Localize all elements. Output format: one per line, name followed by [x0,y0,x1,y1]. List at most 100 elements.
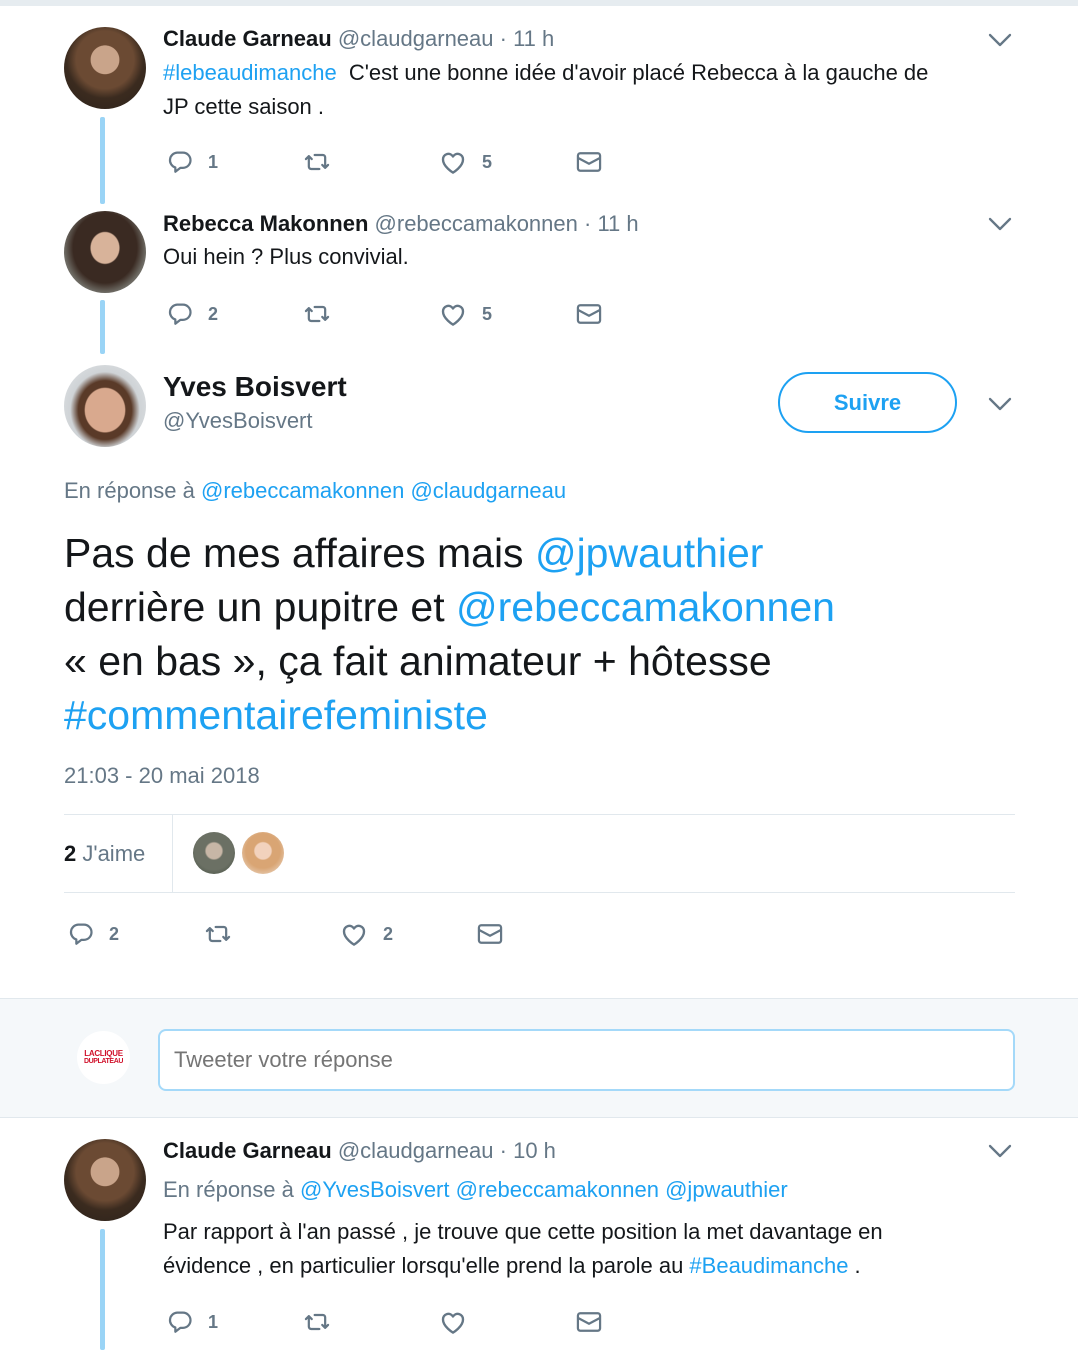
author-name[interactable]: Claude Garneau [163,1138,332,1163]
tweet-timestamp[interactable]: 21:03 - 20 mai 2018 [64,761,260,791]
reply-context: En réponse à @rebeccamakonnen @claudgarn… [64,476,566,506]
reply-button[interactable]: 2 [67,918,119,950]
mention-link[interactable]: @jpwauthier [665,1177,788,1202]
text-segment: « en bas », ça fait animateur + hôtesse [64,638,772,684]
retweet-icon [301,1308,333,1336]
retweet-icon [202,920,234,948]
mention-link[interactable]: @YvesBoisvert [300,1177,450,1202]
likes-summary[interactable]: 2 J'aime [64,839,145,869]
like-count: 5 [482,151,493,172]
reply-input[interactable] [158,1029,1015,1091]
thread-line [100,1229,105,1350]
reply-count: 1 [208,151,219,172]
reply-prefix: En réponse à [64,478,195,503]
like-icon [438,147,468,177]
follow-label: Suivre [833,389,902,415]
message-icon [574,148,604,176]
likes-label: J'aime [82,841,146,866]
like-icon [339,919,369,949]
hashtag-link[interactable]: #commentairefeministe [64,692,488,738]
thread-line [100,300,105,354]
hashtag-link[interactable]: #Beaudimanche [689,1253,848,1278]
follow-button[interactable]: Suivre [778,372,957,433]
chevron-down-icon[interactable] [987,31,1013,49]
like-button[interactable] [438,1306,468,1338]
like-button[interactable]: 2 [339,918,393,950]
author-handle[interactable]: @claudgarneau [338,1138,494,1163]
chevron-down-icon[interactable] [987,395,1013,413]
reply-count: 2 [109,923,120,944]
hashtag-link[interactable]: #lebeaudimanche [163,60,337,85]
tweet-text: C'est une bonne idée d'avoir placé Rebec… [342,60,929,85]
avatar[interactable] [64,365,146,447]
like-count: 5 [482,303,493,324]
message-icon [574,1308,604,1336]
reply-context: En réponse à @YvesBoisvert @rebeccamakon… [163,1175,788,1205]
retweet-button[interactable] [301,146,333,178]
tweet-text: Par rapport à l'an passé , je trouve que… [163,1219,883,1244]
author-handle[interactable]: @rebeccamakonnen [375,211,578,236]
reply-icon [166,1308,194,1336]
author-name[interactable]: Rebecca Makonnen [163,211,368,236]
reply-count: 1 [208,1311,219,1332]
reply-button[interactable]: 1 [166,146,218,178]
chevron-down-icon[interactable] [987,215,1013,233]
retweet-icon [301,148,333,176]
message-icon [574,300,604,328]
retweet-button[interactable] [301,1306,333,1338]
mention-link[interactable]: @jpwauthier [535,530,764,576]
retweet-icon [301,300,333,328]
reply-count: 2 [208,303,219,324]
author-name[interactable]: Claude Garneau [163,26,332,51]
mention-link[interactable]: @claudgarneau [410,478,566,503]
liker-avatar[interactable] [242,832,284,874]
reply-icon [67,920,95,948]
likes-count: 2 [64,841,77,866]
chevron-down-icon[interactable] [987,1142,1013,1160]
message-button[interactable] [574,146,604,178]
divider [172,815,173,893]
message-button[interactable] [574,1306,604,1338]
logo-text: DUPLATEAU [83,1058,124,1065]
like-icon [438,299,468,329]
text-segment: derrière un pupitre et [64,584,457,630]
like-button[interactable]: 5 [438,298,492,330]
message-icon [475,920,505,948]
mention-link[interactable]: @rebeccamakonnen [456,1177,659,1202]
logo-text: LACLIQUE [84,1049,123,1058]
avatar[interactable] [64,211,146,293]
like-icon [438,1307,468,1337]
top-border [0,0,1078,6]
tweet-text: . [848,1253,861,1278]
text-segment: Pas de mes affaires mais [64,530,535,576]
mention-link[interactable]: @rebeccamakonnen [456,584,835,630]
reply-icon [166,148,194,176]
divider [64,814,1015,815]
reply-icon [166,300,194,328]
reply-button[interactable]: 2 [166,298,218,330]
message-button[interactable] [475,918,505,950]
divider [64,892,1015,893]
retweet-button[interactable] [202,918,234,950]
tweet-text: évidence , en particulier lorsqu'elle pr… [163,1253,690,1278]
liker-avatar[interactable] [193,832,235,874]
message-button[interactable] [574,298,604,330]
like-count: 2 [383,923,394,944]
author-handle[interactable]: @YvesBoisvert [163,406,313,436]
reply-prefix: En réponse à [163,1177,294,1202]
reply-button[interactable]: 1 [166,1306,218,1338]
tweet-time[interactable]: · 11 h [500,26,555,51]
tweet-text: Pas de mes affaires mais @jpwauthier der… [64,526,835,742]
like-button[interactable]: 5 [438,146,492,178]
tweet-time[interactable]: · 10 h [500,1138,556,1163]
retweet-button[interactable] [301,298,333,330]
tweet-text: JP cette saison . [163,94,325,119]
account-logo[interactable]: LACLIQUE DUPLATEAU [77,1031,130,1084]
avatar[interactable] [64,27,146,109]
mention-link[interactable]: @rebeccamakonnen [201,478,404,503]
avatar[interactable] [64,1139,146,1221]
author-handle[interactable]: @claudgarneau [338,26,494,51]
author-name[interactable]: Yves Boisvert [163,370,347,404]
tweet-text: Oui hein ? Plus convivial. [163,244,409,269]
tweet-time[interactable]: · 11 h [584,211,639,236]
